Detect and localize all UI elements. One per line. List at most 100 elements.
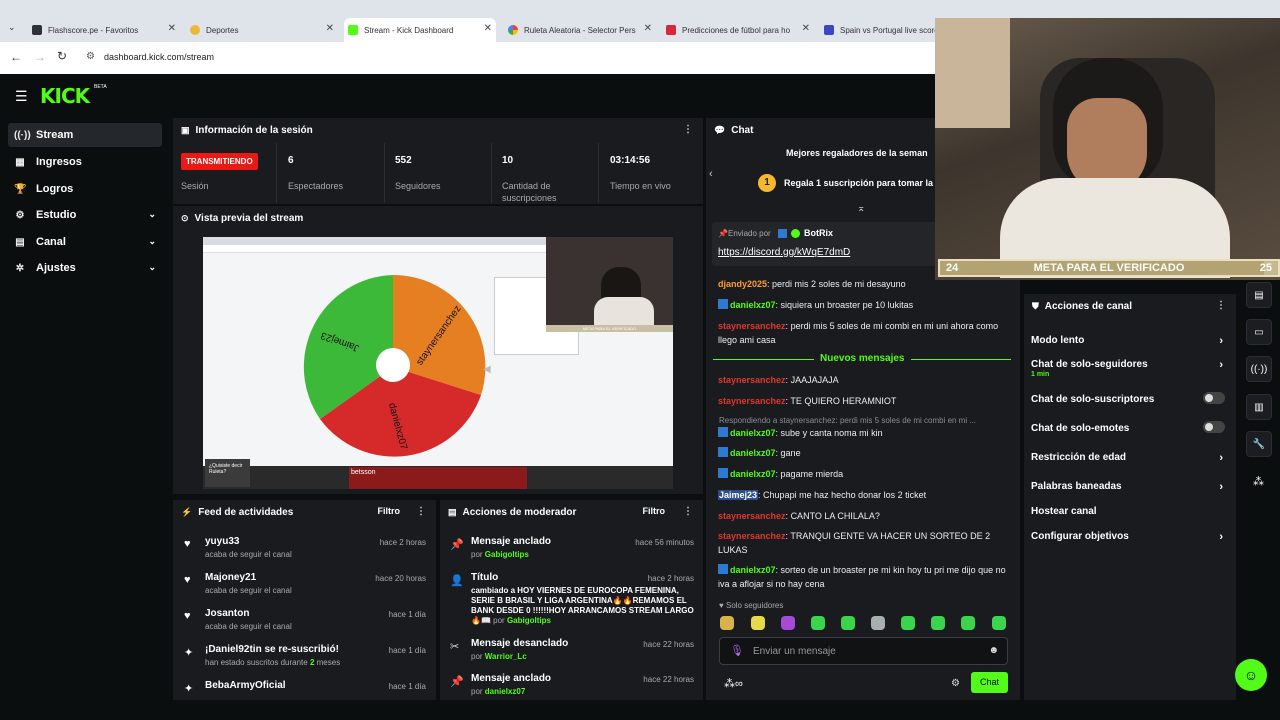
chat-username[interactable]: djandy2025 [718,279,767,289]
sidebar-item-stream[interactable]: ((·)) Stream [8,123,162,147]
chat-username[interactable]: staynersanchez [718,396,786,406]
tab-title: Ruleta Aleatoria - Selector Pers [524,25,636,35]
pin-icon: 📌 [450,539,464,551]
subscriber-badge-icon [718,468,728,478]
collapse-icon[interactable]: ⌅ [857,203,865,214]
chat-input[interactable]: 🎙 Enviar un mensaje ☻ [719,637,1008,665]
toggle-switch[interactable] [1203,421,1225,433]
close-icon[interactable]: ✕ [644,23,652,34]
broadcast-icon[interactable]: ((·)) [1246,356,1272,382]
browser-tab[interactable]: Spain vs Portugal live score [820,18,935,42]
chat-settings-icon[interactable]: ⚙ [951,678,960,689]
kebab-icon[interactable]: ⋮ [1216,300,1226,311]
wrench-icon[interactable]: 🔧 [1246,431,1272,457]
chat-bubble-icon[interactable]: ▭ [1246,319,1272,345]
emoji-icon[interactable]: ☻ [988,645,999,656]
channel-action-item[interactable]: Configurar objetivos › [1031,531,1227,543]
send-chat-button[interactable]: Chat [971,672,1008,693]
emote-icon[interactable] [781,616,795,630]
session-title: Información de la sesión [195,124,313,136]
toggle-switch[interactable] [1203,392,1225,404]
mod-user[interactable]: Warrior_Lc [485,652,527,661]
chat-username[interactable]: danielxz07 [730,428,776,438]
stream-preview-video[interactable]: staynersanchez danielxz07 Jaimej23 ◀ MET… [203,237,673,489]
kebab-icon[interactable]: ⋮ [416,506,426,517]
pinned-link[interactable]: https://discord.gg/kWqE7dmD [718,247,850,258]
kebab-icon[interactable]: ⋮ [683,124,693,135]
channel-action-item[interactable]: Restricción de edad › [1031,452,1227,464]
kick-logo[interactable]: KICK [40,84,90,108]
back-icon[interactable]: ← [10,50,22,64]
chat-username[interactable]: danielxz07 [730,469,776,479]
emote-icon[interactable] [961,616,975,630]
pinned-author[interactable]: BotRix [804,228,833,238]
forward-icon[interactable]: → [34,50,46,64]
sidebar-item-estudio[interactable]: ⚙ Estudio ⌄ [8,203,162,227]
kebab-icon[interactable]: ⋮ [683,506,693,517]
mic-icon[interactable]: 🎙 [730,644,744,657]
filter-button[interactable]: Filtro [378,506,401,516]
close-icon[interactable]: ✕ [802,23,810,34]
mod-user[interactable]: Gabigoltips [507,616,551,625]
mod-panel-icon[interactable]: ▥ [1246,394,1272,420]
sidebar-item-logros[interactable]: 🏆 Logros [8,177,162,201]
emote-icon[interactable] [841,616,855,630]
mod-action-by: por danielxz07 [471,687,696,697]
chat-username[interactable]: Jaimej23 [718,490,759,500]
emote-icon[interactable] [871,616,885,630]
chat-username[interactable]: danielxz07 [730,300,776,310]
chat-username[interactable]: staynersanchez [718,531,786,541]
shield-icon: ⛊ [1032,300,1039,311]
goal-bar: 24 META PARA EL VERIFICADO 25 [938,259,1280,277]
chat-username[interactable]: staynersanchez [718,321,786,331]
emote-icon[interactable] [931,616,945,630]
emote-icon[interactable] [811,616,825,630]
close-icon[interactable]: ✕ [326,23,334,34]
chat-username[interactable]: staynersanchez [718,375,786,385]
filter-button[interactable]: Filtro [643,506,666,516]
preview-pip: ¿Quisiste decir Ruleta? [205,459,250,487]
channel-action-item[interactable]: Chat de solo-emotes [1031,421,1227,434]
mod-user[interactable]: Gabigoltips [485,550,529,559]
menu-icon[interactable]: ☰ [15,88,28,105]
top-gifters-title: Mejores regaladores de la seman [786,148,928,158]
channel-action-item[interactable]: Modo lento › [1031,335,1227,347]
sidebar-item-ajustes[interactable]: ✲ Ajustes ⌄ [8,256,162,280]
feed-item-name: Majoney21 [205,572,257,583]
channel-action-item[interactable]: Hostear canal [1031,506,1227,517]
browser-tab[interactable]: Predicciones de fútbol para ho ✕ [662,18,814,42]
channel-action-item[interactable]: Palabras baneadas › [1031,481,1227,493]
browser-tab-active[interactable]: Stream - Kick Dashboard ✕ [344,18,496,42]
sidebar-item-canal[interactable]: ▤ Canal ⌄ [8,230,162,254]
webcam-caption: META PARA EL VERIFICADO [546,325,673,332]
browser-tab[interactable]: Flashscore.pe - Favoritos ✕ [28,18,180,42]
emote-icon[interactable] [992,616,1006,630]
channel-action-item[interactable]: Chat de solo-seguidores 1 min › [1031,359,1227,378]
chat-username[interactable]: staynersanchez [718,511,786,521]
sidebar-item-ingresos[interactable]: ▦ Ingresos [8,150,162,174]
mod-user[interactable]: danielxz07 [485,687,525,696]
browser-tab[interactable]: Ruleta Aleatoria - Selector Pers ✕ [504,18,656,42]
chevron-right-icon: › [1219,335,1223,347]
site-info-icon[interactable]: ⚙ [86,51,95,62]
divider [384,143,385,203]
chat-username[interactable]: danielxz07 [730,448,776,458]
tab-list-icon[interactable]: ⌄ [8,22,16,33]
reload-icon[interactable]: ↻ [57,49,67,63]
sidebar-item-label: Ingresos [36,156,82,168]
chevron-left-icon[interactable]: ‹ [709,168,713,180]
notes-icon[interactable]: ▤ [1246,282,1272,308]
emote-icon[interactable] [720,616,734,630]
close-icon[interactable]: ✕ [168,23,176,34]
community-icon[interactable]: ⁂ [1253,475,1264,488]
url-field[interactable]: dashboard.kick.com/stream [104,52,214,62]
sidebar-item-label: Stream [36,129,74,141]
chat-username[interactable]: danielxz07 [730,565,776,575]
emote-icon[interactable] [751,616,765,630]
community-icon[interactable]: ⁂∞ [724,677,743,690]
emote-icon[interactable] [901,616,915,630]
channel-action-item[interactable]: Chat de solo-suscriptores [1031,392,1227,405]
support-chat-icon[interactable]: ☺ [1235,659,1267,691]
close-icon[interactable]: ✕ [484,23,492,34]
browser-tab[interactable]: Deportes ✕ [186,18,338,42]
